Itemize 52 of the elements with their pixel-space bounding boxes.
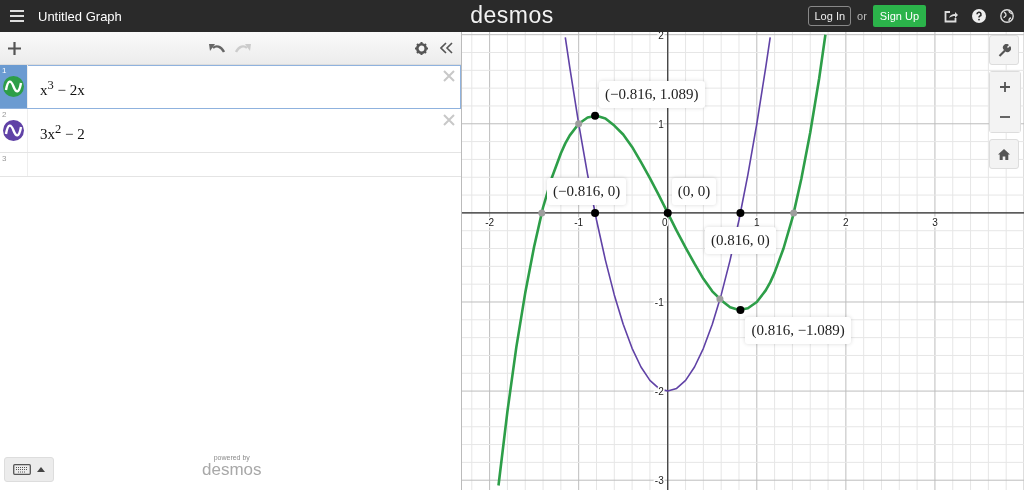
x-axis-label: -1	[574, 216, 584, 228]
point-marker[interactable]	[736, 305, 745, 314]
line-number: 3	[2, 154, 7, 163]
collapse-icon[interactable]	[440, 42, 453, 54]
expression-row[interactable]: 2 3x$^{2}$ − 2	[0, 109, 461, 153]
x-axis-label: 3	[932, 216, 938, 228]
y-axis-label: 1	[658, 118, 664, 130]
logo-text: desmos	[470, 2, 554, 29]
login-button[interactable]: Log In	[808, 6, 852, 26]
globe-icon[interactable]	[1000, 9, 1014, 23]
plus-icon	[1000, 82, 1010, 92]
keyboard-icon	[13, 464, 31, 475]
graph-title: Untitled Graph	[38, 8, 122, 24]
expression-row[interactable]: 1 x$^{3}$ − 2x	[0, 65, 461, 109]
point-label: (−0.816, 1.089)	[599, 80, 705, 108]
settings-icon[interactable]	[415, 41, 428, 55]
point-marker[interactable]	[663, 208, 672, 217]
minus-icon	[1000, 116, 1010, 118]
point-marker[interactable]	[736, 208, 745, 217]
y-axis-label: -2	[654, 386, 664, 398]
brand-text: desmos	[202, 461, 262, 478]
point-marker[interactable]	[591, 111, 600, 120]
home-icon	[998, 148, 1010, 160]
x-axis-label: 0	[661, 216, 668, 228]
line-number: 2	[2, 110, 7, 119]
point-label: (0, 0)	[671, 177, 717, 205]
home-button[interactable]	[989, 139, 1019, 169]
line-number: 1	[2, 66, 7, 75]
curve-icon[interactable]	[3, 120, 24, 141]
expression-text[interactable]: x$^{3}$ − 2x	[28, 65, 461, 108]
expression-text[interactable]: 3x$^{2}$ − 2	[28, 109, 461, 152]
undo-icon[interactable]	[209, 43, 225, 53]
add-icon[interactable]	[8, 41, 21, 55]
help-icon[interactable]	[972, 9, 986, 23]
point-marker[interactable]	[591, 208, 600, 217]
point-label: (0.816, −1.089)	[745, 316, 851, 344]
y-axis-label: -1	[654, 297, 664, 308]
menu-icon[interactable]	[10, 10, 24, 22]
x-axis-label: 1	[754, 216, 760, 228]
share-icon[interactable]	[944, 9, 958, 23]
keyboard-button[interactable]	[4, 457, 54, 482]
x-axis-label: -2	[485, 216, 495, 228]
y-axis-label: 2	[658, 32, 664, 41]
wrench-icon	[997, 43, 1011, 57]
curve-icon[interactable]	[3, 76, 24, 97]
x-axis-label: 2	[843, 216, 849, 228]
point-label: (−0.816, 0)	[547, 177, 627, 205]
or-text: or	[857, 10, 867, 22]
point-label: (0.816, 0)	[704, 226, 776, 254]
y-axis-label: -3	[654, 475, 664, 487]
caret-up-icon	[37, 467, 45, 472]
settings-button[interactable]	[989, 35, 1019, 65]
